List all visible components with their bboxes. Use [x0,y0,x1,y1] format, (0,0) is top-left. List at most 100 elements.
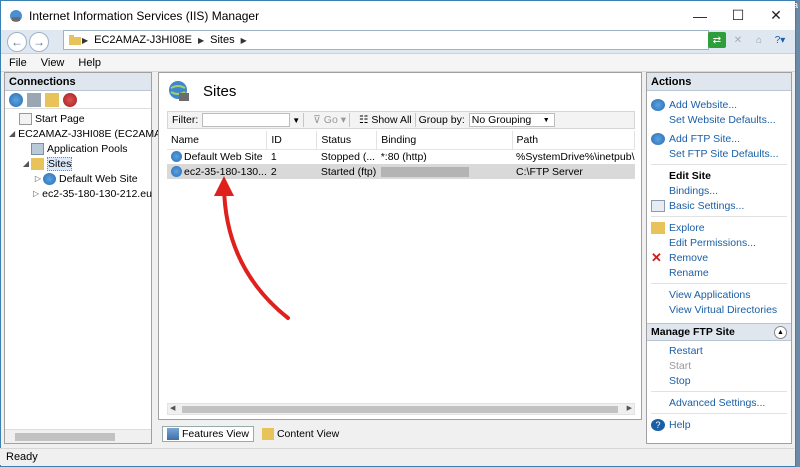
column-header-status[interactable]: Status [316,131,378,150]
collapse-arrow-icon[interactable]: ◢ [21,159,31,168]
minimize-button[interactable]: — [681,1,719,30]
add-website-icon [651,98,665,111]
page-title: Sites [203,82,237,100]
forward-button[interactable]: → [29,31,49,52]
iis-app-icon [10,9,22,22]
connections-scrollbar[interactable] [5,429,151,443]
column-header-id[interactable]: ID [266,131,318,150]
tree-item-server[interactable]: ◢ EC2AMAZ-J3HI08E (EC2AMA [5,126,161,141]
edit-site-heading: Edit Site [669,169,712,182]
corner-watermark-text: insta [778,0,798,10]
features-view-icon [167,428,179,440]
action-edit-permissions[interactable]: Edit Permissions... [647,235,791,250]
sites-folder-icon [31,157,44,170]
tree-item-start-page[interactable]: Start Page [5,111,151,126]
save-icon[interactable] [27,92,41,107]
add-ftp-site-icon [651,132,665,145]
action-explore[interactable]: Explore [647,220,791,235]
column-header-path[interactable]: Path [512,131,636,150]
action-help[interactable]: ? Help [647,417,791,432]
tree-item-ftp-site[interactable]: ▷ ec2-35-180-130-212.eu [5,186,152,201]
maximize-button[interactable]: ☐ [719,1,757,30]
action-view-applications[interactable]: View Applications [647,287,791,302]
action-set-ftp-site-defaults[interactable]: Set FTP Site Defaults... [647,146,791,161]
stop-icon[interactable]: ✕ [729,32,747,48]
action-rename[interactable]: Rename [647,265,791,280]
tree-item-default-web-site[interactable]: ▷ Default Web Site [5,171,151,186]
chevron-up-icon[interactable]: ▲ [774,325,787,339]
redacted-binding [380,166,469,177]
table-scrollbar[interactable]: ◀ ▶ [167,403,635,415]
show-all-button[interactable]: ☷ Show All [359,114,412,126]
filter-input[interactable] [202,113,291,127]
group-by-select[interactable]: No Grouping ▼ [468,113,555,127]
globe-icon [43,172,56,185]
start-page-icon [19,112,32,125]
menu-file[interactable]: File [9,57,27,69]
up-folder-icon[interactable] [45,92,59,107]
column-header-binding[interactable]: Binding [376,131,513,150]
tree-item-sites[interactable]: ◢ Sites [5,156,151,171]
menu-view[interactable]: View [41,57,65,69]
globe-icon [171,166,182,178]
group-by-label: Group by: [418,114,465,126]
chevron-right-icon: ▶ [240,35,247,45]
collapse-arrow-icon[interactable]: ◢ [9,129,15,138]
table-row[interactable]: Default Web Site 1 Stopped (... *:80 (ht… [167,149,635,164]
expand-arrow-icon[interactable]: ▷ [33,174,43,183]
sites-globe-icon [169,81,189,101]
connections-panel: Connections Start Page ◢ EC2AMAZ-J3HI08E… [4,72,161,444]
address-bar[interactable]: ▶ EC2AMAZ-J3HI08E ▶ Sites ▶ [63,30,709,50]
title-bar: Internet Information Services (IIS) Mana… [1,1,795,30]
actions-title: Actions [647,73,791,91]
manage-ftp-site-header: Manage FTP Site ▲ [647,323,791,341]
menu-help[interactable]: Help [78,57,101,69]
action-set-website-defaults[interactable]: Set Website Defaults... [647,112,791,127]
folder-icon [69,35,81,45]
application-pools-icon [31,142,44,155]
action-stop[interactable]: Stop [647,373,791,388]
breadcrumb-server[interactable]: EC2AMAZ-J3HI08E [94,34,192,46]
action-advanced-settings[interactable]: Advanced Settings... [647,395,791,410]
action-bindings[interactable]: Bindings... [647,183,791,198]
home-icon[interactable]: ⌂ [750,32,768,48]
action-add-ftp-site[interactable]: Add FTP Site... [647,131,791,146]
tab-features-view[interactable]: Features View [162,426,254,442]
connections-tree: Start Page ◢ EC2AMAZ-J3HI08E (EC2AMA App… [5,109,161,201]
filter-toolbar: Filter: ▼ ⊽ Go ▾ ☷ Show All Group by: No… [167,111,635,129]
help-icon[interactable]: ?▾ [771,32,789,48]
basic-settings-icon [651,199,665,212]
chevron-right-icon: ▶ [82,35,89,45]
tree-item-application-pools[interactable]: Application Pools [5,141,151,156]
connect-icon[interactable]: ⇄ [708,32,726,48]
action-start[interactable]: Start [647,358,791,373]
expand-arrow-icon[interactable]: ▷ [33,189,39,198]
dropdown-arrow-icon[interactable]: ▼ [292,116,300,125]
breadcrumb-sites[interactable]: Sites [210,34,234,46]
action-view-virtual-directories[interactable]: View Virtual Directories [647,302,791,317]
filter-label: Filter: [172,114,199,126]
status-text: Ready [6,451,38,463]
action-restart[interactable]: Restart [647,343,791,358]
status-bar: Ready [0,448,794,465]
column-header-name[interactable]: Name [167,131,268,150]
connections-title: Connections [5,73,151,91]
content-view-icon [261,428,274,440]
go-button[interactable]: ⊽ Go ▾ [313,114,346,126]
action-add-website[interactable]: Add Website... [647,97,791,112]
action-remove[interactable]: ✕ Remove [647,250,791,265]
sites-content-panel: Sites Filter: ▼ ⊽ Go ▾ ☷ Show All Group … [158,72,642,420]
disconnect-icon[interactable] [63,92,77,107]
connect-globe-icon[interactable] [9,92,23,107]
window-title: Internet Information Services (IIS) Mana… [29,8,260,23]
view-tabs: Features View Content View [162,426,343,442]
tab-content-view[interactable]: Content View [258,426,343,442]
chevron-right-icon: ▶ [197,35,205,45]
table-row[interactable]: ec2-35-180-130... 2 Started (ftp) C:\FTP… [167,164,635,179]
back-button[interactable]: ← [7,31,27,52]
help-icon: ? [651,418,665,431]
sites-table: Name ID Status Binding Path Default Web … [167,131,636,179]
actions-panel: Actions Add Website... Set Website Defau… [646,72,792,444]
action-basic-settings[interactable]: Basic Settings... [647,198,791,213]
globe-icon [171,151,182,163]
